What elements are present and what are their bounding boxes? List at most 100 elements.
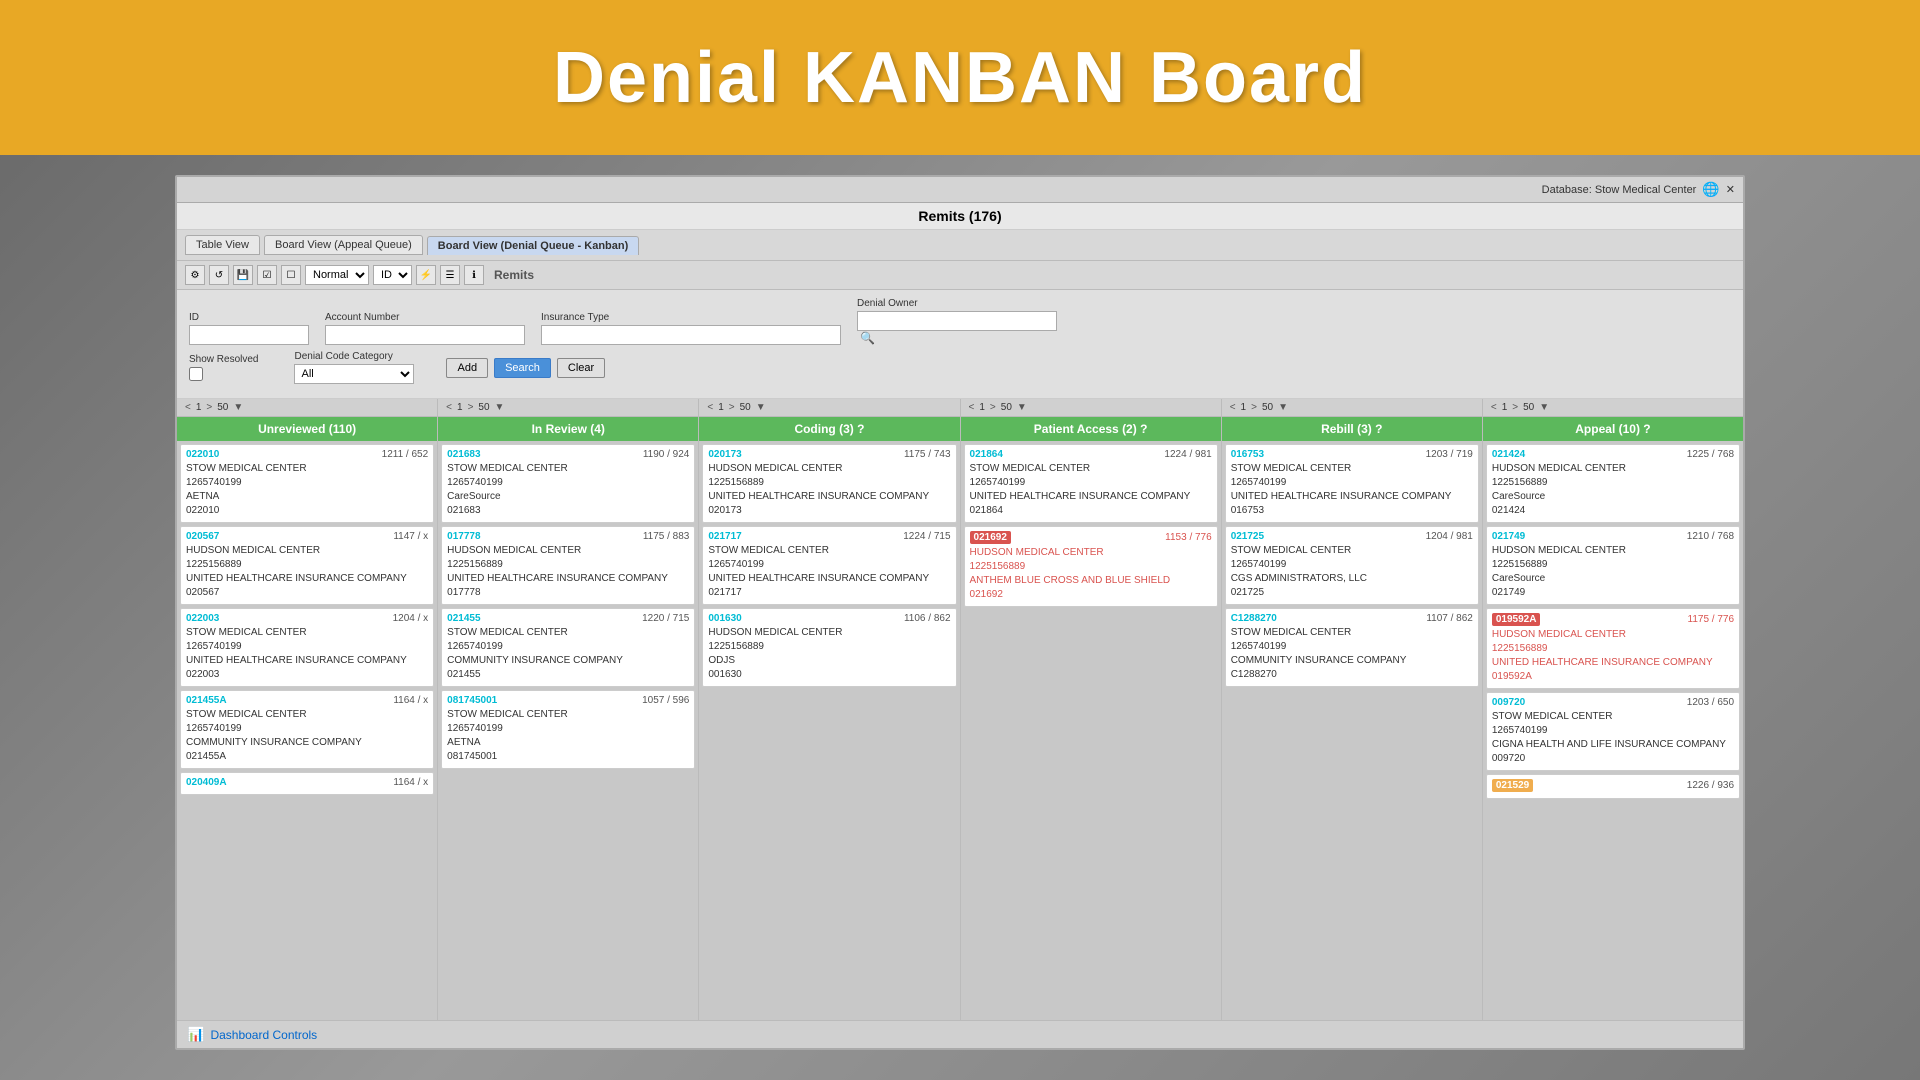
kanban-card[interactable]: 0218641224 / 981STOW MEDICAL CENTER12657… xyxy=(964,444,1218,523)
card-detail: HUDSON MEDICAL CENTER1225156889UNITED HE… xyxy=(1492,628,1734,684)
col-header-coding: Coding (3) ? xyxy=(699,417,959,441)
search-icon[interactable]: 🔍 xyxy=(860,331,1057,345)
card-amounts: 1211 / 652 xyxy=(382,449,429,460)
pag-drop-1[interactable]: ▼ xyxy=(231,402,245,413)
pag-next-2[interactable]: > xyxy=(466,402,476,413)
filter-denial-code-select[interactable]: All xyxy=(294,364,414,384)
pag-next-6[interactable]: > xyxy=(1510,402,1520,413)
kanban-card[interactable]: 019592A1175 / 776HUDSON MEDICAL CENTER12… xyxy=(1486,608,1740,689)
toolbar-btn-1[interactable]: ⚙ xyxy=(185,265,205,285)
toolbar-btn-3[interactable]: 💾 xyxy=(233,265,253,285)
kanban-card[interactable]: 0817450011057 / 596STOW MEDICAL CENTER12… xyxy=(441,690,695,769)
card-detail: STOW MEDICAL CENTER1265740199COMMUNITY I… xyxy=(186,708,428,764)
pag-drop-6[interactable]: ▼ xyxy=(1537,402,1551,413)
kanban-card[interactable]: 0214241225 / 768HUDSON MEDICAL CENTER122… xyxy=(1486,444,1740,523)
kanban-card[interactable]: 0205671147 / xHUDSON MEDICAL CENTER12251… xyxy=(180,526,434,605)
kanban-card[interactable]: 0216831190 / 924STOW MEDICAL CENTER12657… xyxy=(441,444,695,523)
close-icon[interactable]: ✕ xyxy=(1726,183,1735,196)
window-title: Remits (176) xyxy=(177,203,1743,230)
filter-id-input[interactable] xyxy=(189,325,309,345)
card-amounts: 1203 / 650 xyxy=(1687,697,1734,708)
card-amounts: 1190 / 924 xyxy=(643,449,690,460)
pag-drop-4[interactable]: ▼ xyxy=(1015,402,1029,413)
kanban-card[interactable]: 0217171224 / 715STOW MEDICAL CENTER12657… xyxy=(702,526,956,605)
card-amounts: 1224 / 715 xyxy=(903,531,950,542)
pag-prev-2[interactable]: < xyxy=(444,402,454,413)
kanban-card[interactable]: 021455A 1164 / x STOW MEDICAL CENTER126574… xyxy=(180,690,434,769)
toolbar: ⚙ ↺ 💾 ☑ ☐ Normal ID ⚡ ☰ ℹ Remits xyxy=(177,261,1743,290)
kanban-card[interactable]: 0201731175 / 743HUDSON MEDICAL CENTER122… xyxy=(702,444,956,523)
kanban-card[interactable]: C12882701107 / 862STOW MEDICAL CENTER126… xyxy=(1225,608,1479,687)
card-detail: STOW MEDICAL CENTER1265740199AETNA022010 xyxy=(186,462,428,518)
add-button[interactable]: Add xyxy=(446,358,488,378)
card-detail: HUDSON MEDICAL CENTER1225156889ANTHEM BL… xyxy=(970,546,1212,602)
pag-drop-3[interactable]: ▼ xyxy=(754,402,768,413)
filter-id-group: ID xyxy=(189,312,309,345)
kanban-card[interactable]: 0215291226 / 936 xyxy=(1486,774,1740,799)
kanban-card[interactable]: 0217491210 / 768HUDSON MEDICAL CENTER122… xyxy=(1486,526,1740,605)
mode-select[interactable]: Normal xyxy=(305,265,369,285)
col-body-patientaccess: 0218641224 / 981STOW MEDICAL CENTER12657… xyxy=(961,441,1221,1020)
pag-prev-4[interactable]: < xyxy=(967,402,977,413)
card-detail: HUDSON MEDICAL CENTER1225156889UNITED HE… xyxy=(447,544,689,600)
kanban-col-rebill: Rebill (3) ?0167531203 / 719STOW MEDICAL… xyxy=(1222,417,1483,1020)
kanban-card[interactable]: 020409A1164 / x xyxy=(180,772,434,795)
card-id: 021864 xyxy=(970,449,1003,460)
card-detail: HUDSON MEDICAL CENTER1225156889ODJS00163… xyxy=(708,626,950,682)
card-id: 021717 xyxy=(708,531,741,542)
search-button[interactable]: Search xyxy=(494,358,551,378)
tab-table-view[interactable]: Table View xyxy=(185,235,260,255)
pag-prev-3[interactable]: < xyxy=(705,402,715,413)
toolbar-btn-6[interactable]: ⚡ xyxy=(416,265,436,285)
pag-next-1[interactable]: > xyxy=(204,402,214,413)
dashboard-controls-label[interactable]: Dashboard Controls xyxy=(210,1028,317,1042)
dashboard-controls: 📊 Dashboard Controls xyxy=(177,1020,1743,1048)
tab-board-appeal[interactable]: Board View (Appeal Queue) xyxy=(264,235,423,255)
filter-show-resolved-checkbox[interactable] xyxy=(189,367,203,381)
card-amounts: 1164 / x xyxy=(393,695,428,706)
pag-prev-5[interactable]: < xyxy=(1228,402,1238,413)
kanban-card[interactable]: 0177781175 / 883HUDSON MEDICAL CENTER122… xyxy=(441,526,695,605)
card-id: 081745001 xyxy=(447,695,497,706)
toolbar-btn-4[interactable]: ☑ xyxy=(257,265,277,285)
pag-prev-1[interactable]: < xyxy=(183,402,193,413)
sort-select[interactable]: ID xyxy=(373,265,412,285)
card-detail: STOW MEDICAL CENTER1265740199COMMUNITY I… xyxy=(447,626,689,682)
pag-next-5[interactable]: > xyxy=(1249,402,1259,413)
toolbar-info-btn[interactable]: ℹ xyxy=(464,265,484,285)
filter-insurance-label: Insurance Type xyxy=(541,312,841,323)
filter-insurance-input[interactable] xyxy=(541,325,841,345)
card-amounts: 1175 / 883 xyxy=(643,531,690,542)
pag-next-4[interactable]: > xyxy=(988,402,998,413)
kanban-card[interactable]: 0167531203 / 719STOW MEDICAL CENTER12657… xyxy=(1225,444,1479,523)
kanban-card[interactable]: 0220101211 / 652STOW MEDICAL CENTER12657… xyxy=(180,444,434,523)
database-label: Database: Stow Medical Center 🌐 ✕ xyxy=(1542,181,1735,198)
filter-denial-owner-input[interactable] xyxy=(857,311,1057,331)
kanban-card[interactable]: 0217251204 / 981STOW MEDICAL CENTER12657… xyxy=(1225,526,1479,605)
card-id: 022003 xyxy=(186,613,219,624)
card-id: 021455A xyxy=(186,695,227,706)
clear-button[interactable]: Clear xyxy=(557,358,605,378)
filter-section: ID Account Number Insurance Type Denial … xyxy=(177,290,1743,399)
pag-next-3[interactable]: > xyxy=(727,402,737,413)
pag-prev-6[interactable]: < xyxy=(1489,402,1499,413)
kanban-card[interactable]: 0220031204 / xSTOW MEDICAL CENTER1265740… xyxy=(180,608,434,687)
filter-account-input[interactable] xyxy=(325,325,525,345)
tab-board-kanban[interactable]: Board View (Denial Queue - Kanban) xyxy=(427,236,640,255)
kanban-card[interactable]: 0097201203 / 650STOW MEDICAL CENTER12657… xyxy=(1486,692,1740,771)
col-body-coding: 0201731175 / 743HUDSON MEDICAL CENTER122… xyxy=(699,441,959,1020)
kanban-card[interactable]: 0214551220 / 715STOW MEDICAL CENTER12657… xyxy=(441,608,695,687)
pagination-patientaccess: < 1 > 50 ▼ xyxy=(961,399,1222,416)
card-detail: STOW MEDICAL CENTER1265740199CGS ADMINIS… xyxy=(1231,544,1473,600)
card-amounts: 1204 / x xyxy=(393,613,429,624)
toolbar-btn-7[interactable]: ☰ xyxy=(440,265,460,285)
pag-drop-2[interactable]: ▼ xyxy=(493,402,507,413)
toolbar-btn-2[interactable]: ↺ xyxy=(209,265,229,285)
toolbar-btn-5[interactable]: ☐ xyxy=(281,265,301,285)
kanban-card[interactable]: 0216921153 / 776HUDSON MEDICAL CENTER122… xyxy=(964,526,1218,607)
col-header-patientaccess: Patient Access (2) ? xyxy=(961,417,1221,441)
kanban-card[interactable]: 0016301106 / 862HUDSON MEDICAL CENTER122… xyxy=(702,608,956,687)
pagination-unreviewed: < 1 > 50 ▼ xyxy=(177,399,438,416)
main-container: Database: Stow Medical Center 🌐 ✕ Remits… xyxy=(175,175,1745,1050)
pag-drop-5[interactable]: ▼ xyxy=(1276,402,1290,413)
